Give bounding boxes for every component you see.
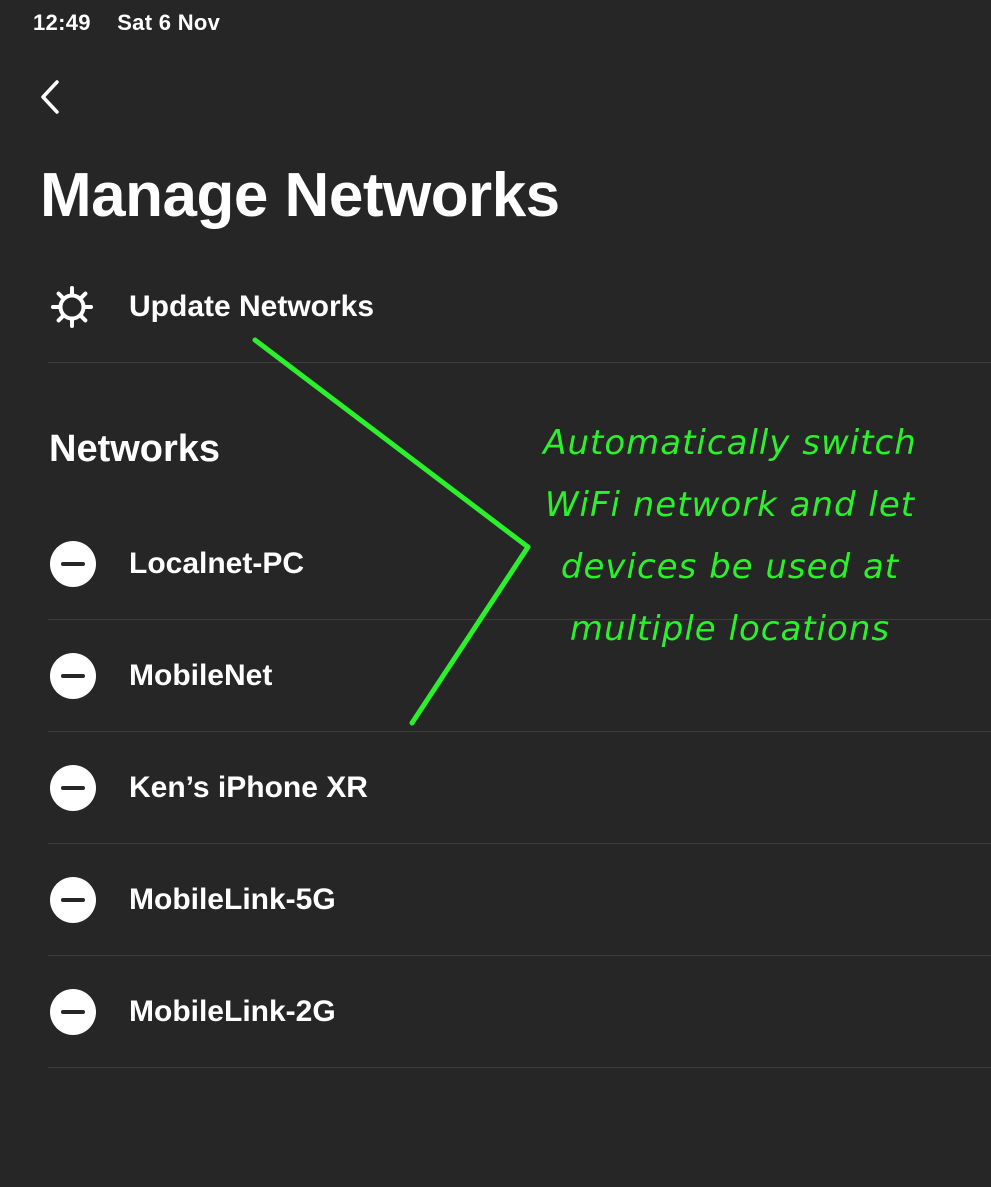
minus-icon [61,897,85,902]
update-networks-button[interactable]: Update Networks [48,252,991,363]
minus-icon [61,785,85,790]
annotation-callout-text: Automatically switch WiFi network and le… [543,423,917,649]
network-item: Ken’s iPhone XR [48,732,991,844]
status-time: 12:49 [33,10,91,35]
status-bar: 12:49 Sat 6 Nov [33,10,240,36]
network-item: MobileLink-5G [48,844,991,956]
remove-network-button[interactable] [50,764,96,811]
remove-network-button[interactable] [50,652,96,699]
back-button[interactable] [30,74,70,120]
minus-icon [61,673,85,678]
page-title: Manage Networks [40,161,560,230]
network-name: MobileLink-2G [129,994,336,1028]
network-name: Localnet-PC [129,546,305,580]
network-name: MobileNet [129,658,273,692]
networks-section-heading: Networks [49,428,221,470]
remove-network-button[interactable] [50,540,96,587]
minus-icon [61,1009,85,1014]
minus-icon [61,561,85,566]
network-item: MobileLink-2G [48,956,991,1068]
remove-network-button[interactable] [50,988,96,1035]
remove-network-button[interactable] [50,876,96,923]
network-name: Ken’s iPhone XR [129,770,368,804]
chevron-left-icon [41,80,59,114]
update-networks-label: Update Networks [129,290,375,323]
status-date: Sat 6 Nov [117,10,221,35]
gear-icon [48,283,96,331]
network-name: MobileLink-5G [129,882,336,916]
